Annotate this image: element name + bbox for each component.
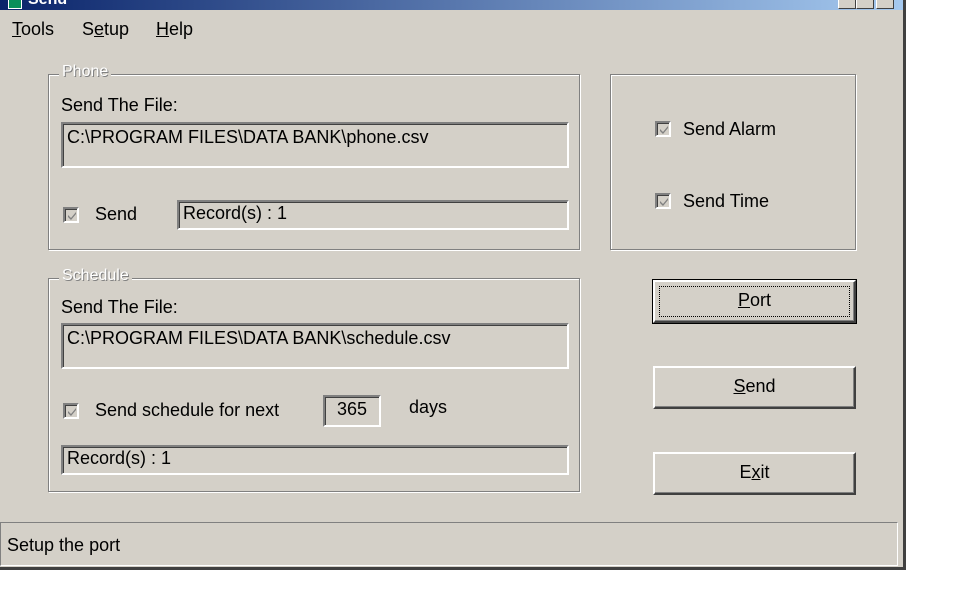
- checkmark-icon: [68, 212, 76, 220]
- status-text: Setup the port: [7, 535, 121, 555]
- days-input[interactable]: 365: [323, 395, 381, 427]
- title-bar[interactable]: Send: [0, 0, 906, 10]
- menu-help[interactable]: Help: [156, 19, 193, 40]
- phone-group: Phone Send The File: C:\PROGRAM FILES\DA…: [48, 63, 580, 250]
- window-frame-right: [903, 0, 906, 570]
- checkmark-icon: [660, 198, 668, 206]
- exit-button[interactable]: Exit: [653, 452, 856, 495]
- port-button[interactable]: Port: [652, 279, 857, 324]
- menu-setup-label-pre: S: [82, 19, 95, 39]
- maximize-icon[interactable]: [856, 0, 874, 9]
- menu-setup-label: tup: [104, 19, 130, 39]
- menu-tools-label: ools: [21, 19, 55, 39]
- exit-button-label: it: [760, 462, 770, 482]
- exit-button-label-pre: E: [739, 462, 752, 482]
- menu-tools-mnemonic: T: [12, 19, 21, 39]
- menu-bar: Tools Setup Help: [0, 12, 906, 46]
- schedule-group-legend: Schedule: [59, 267, 132, 285]
- status-bar: Setup the port: [0, 522, 898, 566]
- send-alarm-label[interactable]: Send Alarm: [683, 119, 776, 140]
- menu-help-label: elp: [169, 19, 194, 39]
- phone-file-path-field[interactable]: C:\PROGRAM FILES\DATA BANK\phone.csv: [61, 122, 569, 168]
- close-icon[interactable]: [876, 0, 894, 9]
- focus-rect: [659, 286, 850, 317]
- menu-tools[interactable]: Tools: [12, 19, 54, 40]
- phone-records-field: Record(s) : 1: [177, 200, 569, 230]
- send-alarm-checkbox[interactable]: [655, 121, 671, 137]
- phone-group-legend: Phone: [59, 63, 112, 81]
- schedule-send-file-label: Send The File:: [61, 297, 178, 317]
- phone-icon: [8, 0, 22, 9]
- schedule-records-field: Record(s) : 1: [61, 445, 569, 475]
- send-time-checkbox[interactable]: [655, 193, 671, 209]
- schedule-file-path-field[interactable]: C:\PROGRAM FILES\DATA BANK\schedule.csv: [61, 323, 569, 369]
- exit-button-mnemonic: x: [751, 462, 761, 482]
- send-time-label[interactable]: Send Time: [683, 191, 769, 212]
- checkmark-icon: [660, 126, 668, 134]
- menu-setup[interactable]: Setup: [82, 19, 129, 40]
- menu-help-mnemonic: H: [156, 19, 169, 39]
- window-frame-bottom: [0, 567, 906, 570]
- minimize-icon[interactable]: [838, 0, 856, 9]
- checkmark-icon: [68, 408, 76, 416]
- send-button-label: end: [745, 376, 776, 396]
- phone-send-checkbox[interactable]: [63, 207, 79, 223]
- options-group: Send Alarm Send Time: [610, 74, 856, 250]
- days-label: days: [409, 397, 448, 417]
- schedule-send-checkbox[interactable]: [63, 403, 79, 419]
- send-button-mnemonic: S: [733, 376, 746, 396]
- send-button[interactable]: Send: [653, 366, 856, 409]
- window-title: Send: [28, 0, 67, 9]
- schedule-send-label[interactable]: Send schedule for next: [95, 400, 279, 421]
- phone-send-file-label: Send The File:: [61, 95, 178, 115]
- phone-send-label[interactable]: Send: [95, 204, 137, 225]
- schedule-group: Schedule Send The File: C:\PROGRAM FILES…: [48, 267, 580, 492]
- menu-setup-mnemonic: e: [94, 19, 105, 39]
- send-window: Send Tools Setup Help Phone Send The Fil…: [0, 0, 906, 570]
